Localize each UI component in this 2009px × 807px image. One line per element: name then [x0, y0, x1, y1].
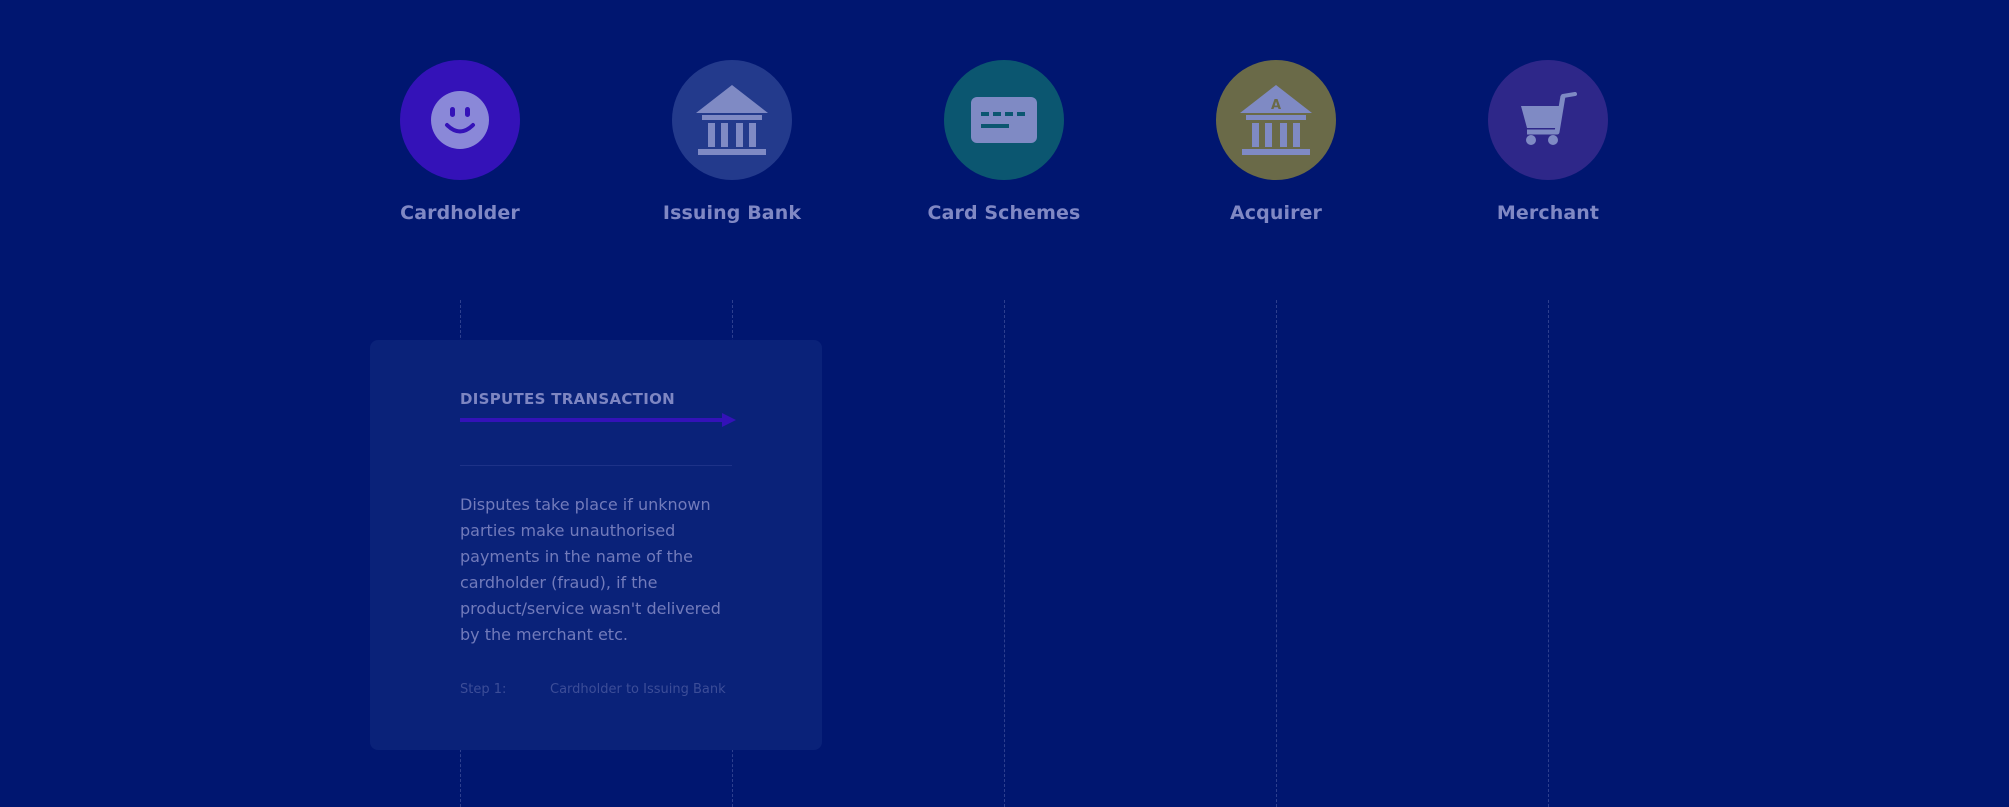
actor-cardholder: Cardholder	[340, 60, 580, 224]
flow-arrow	[460, 413, 736, 427]
step-label: Step 1:	[460, 682, 507, 697]
dispute-flow-diagram: Cardholder Issuing Bank Card Schemes A A…	[0, 0, 2009, 807]
bank-icon	[696, 85, 768, 155]
step-text: Cardholder to Issuing Bank	[550, 682, 726, 697]
smiley-icon	[431, 91, 489, 149]
actor-merchant: Merchant	[1428, 60, 1668, 224]
actor-label: Acquirer	[1229, 202, 1323, 224]
actor-issuing-bank: Issuing Bank	[612, 60, 852, 224]
acquirer-circle: A	[1216, 60, 1336, 180]
card-schemes-circle	[944, 60, 1064, 180]
cardholder-circle	[400, 60, 520, 180]
dispute-info-card: DISPUTES TRANSACTION Disputes take place…	[370, 340, 822, 750]
actor-card-schemes: Card Schemes	[884, 60, 1124, 224]
actor-label: Cardholder	[400, 202, 520, 224]
actor-acquirer: A Acquirer	[1156, 60, 1396, 224]
card-description: Disputes take place if unknown parties m…	[460, 495, 721, 644]
acquirer-bank-icon: A	[1240, 85, 1312, 155]
actor-label: Issuing Bank	[662, 202, 802, 224]
issuing-bank-circle	[672, 60, 792, 180]
lane-card-schemes	[1004, 300, 1005, 807]
actor-label: Merchant	[1496, 202, 1600, 224]
card-icon	[971, 97, 1037, 143]
lane-acquirer	[1276, 300, 1277, 807]
svg-text:A: A	[1271, 98, 1281, 113]
actor-label: Card Schemes	[927, 202, 1081, 224]
card-title: DISPUTES TRANSACTION	[460, 390, 675, 408]
merchant-circle	[1488, 60, 1608, 180]
shopping-cart-icon	[1521, 92, 1577, 145]
card-divider	[460, 465, 732, 466]
lane-merchant	[1548, 300, 1549, 807]
